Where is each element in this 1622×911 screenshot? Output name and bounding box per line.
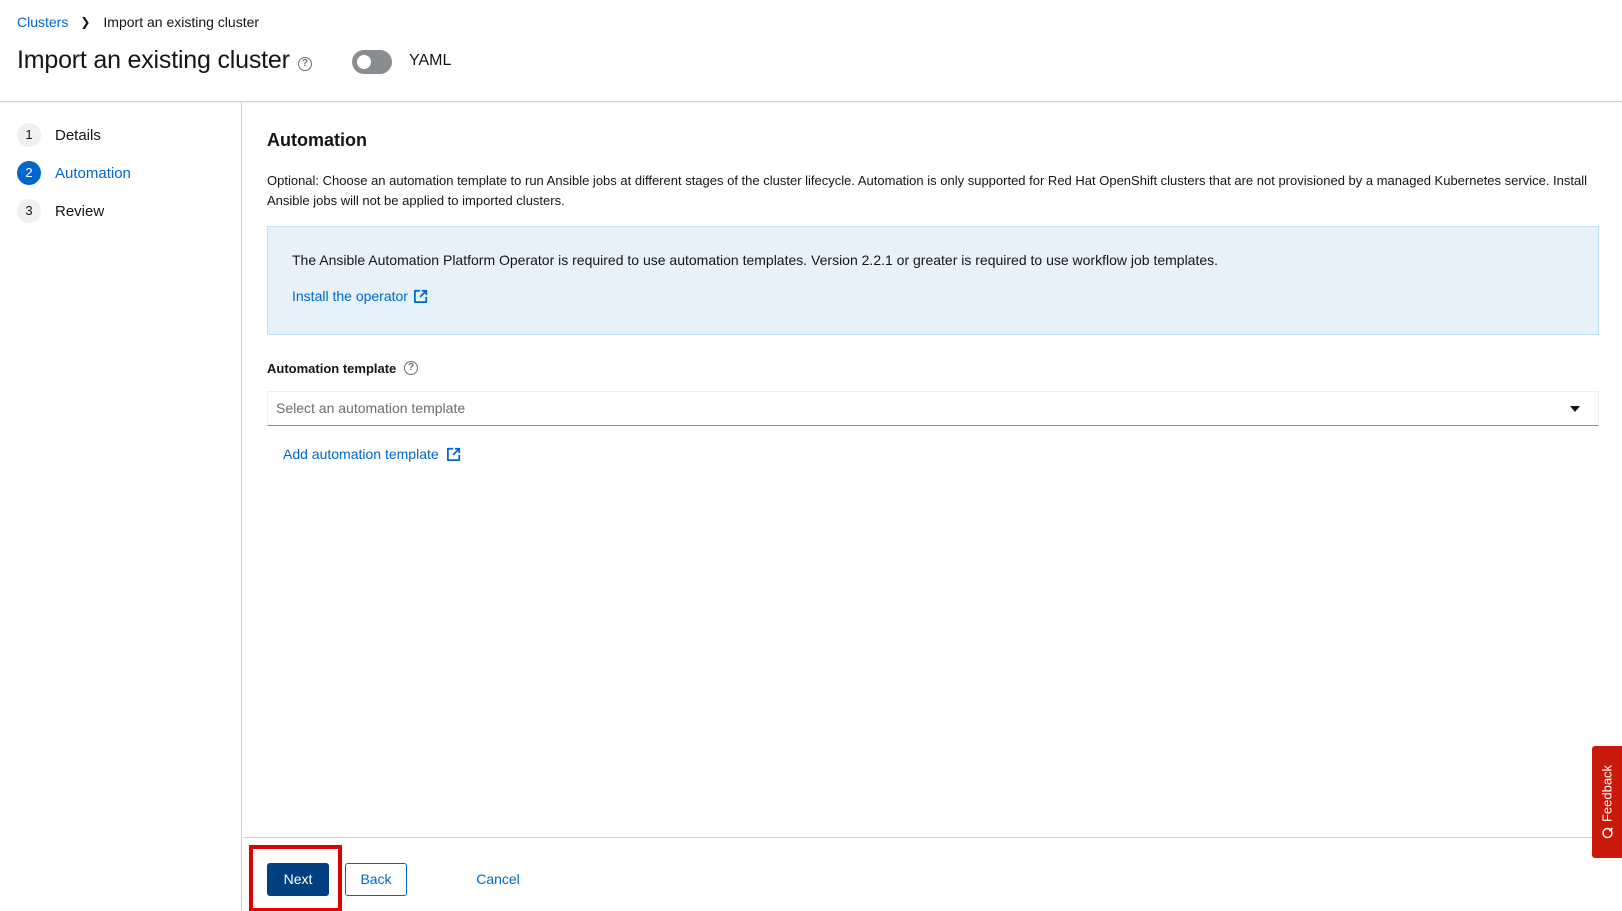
back-button[interactable]: Back [345,863,407,896]
info-alert-text: The Ansible Automation Platform Operator… [292,252,1219,268]
step-number: 3 [17,199,41,223]
install-operator-label: Install the operator [292,288,408,304]
caret-down-icon [1570,406,1580,412]
chevron-right-icon: ❯ [80,15,91,29]
step-automation[interactable]: 2 Automation [17,161,131,185]
wizard-footer: Next Back Cancel [243,837,1622,911]
step-number: 2 [17,161,41,185]
select-placeholder: Select an automation template [276,400,466,416]
breadcrumb: Clusters ❯ Import an existing cluster [17,14,259,30]
section-description: Optional: Choose an automation template … [267,173,1588,208]
section-title: Automation [267,130,367,150]
feedback-label-wrap: Feedback [1600,765,1615,839]
next-button[interactable]: Next [267,863,329,896]
automation-template-select[interactable]: Select an automation template [267,391,1599,426]
step-label: Review [55,202,105,220]
breadcrumb-current: Import an existing cluster [103,14,260,30]
step-label: Details [55,126,101,144]
wizard-body: Automation Optional: Choose an automatio… [243,102,1622,837]
add-automation-template-label: Add automation template [283,446,439,462]
help-icon[interactable]: ? [298,57,312,71]
page-header: Clusters ❯ Import an existing cluster Im… [0,0,1622,102]
step-details[interactable]: 1 Details [17,123,101,147]
external-link-icon [446,447,460,461]
help-icon[interactable]: ? [404,361,418,375]
feedback-icon [1601,827,1613,839]
page-title: Import an existing cluster [17,46,290,74]
toggle-knob [357,55,371,69]
feedback-tab[interactable]: Feedback [1592,746,1622,858]
wizard-steps-nav: 1 Details 2 Automation 3 Review [0,102,242,911]
feedback-label: Feedback [1599,764,1615,823]
yaml-toggle-label: YAML [409,52,452,69]
step-number: 1 [17,123,41,147]
step-review[interactable]: 3 Review [17,199,104,223]
yaml-toggle[interactable] [352,50,392,74]
info-alert: The Ansible Automation Platform Operator… [267,226,1599,335]
external-link-icon [413,289,428,303]
install-operator-link[interactable]: Install the operator [292,288,428,304]
breadcrumb-clusters-link[interactable]: Clusters [17,14,68,30]
add-automation-template-link[interactable]: Add automation template [283,446,461,462]
cancel-button[interactable]: Cancel [465,863,531,896]
step-label: Automation [55,164,131,182]
automation-template-label: Automation template [267,361,397,376]
